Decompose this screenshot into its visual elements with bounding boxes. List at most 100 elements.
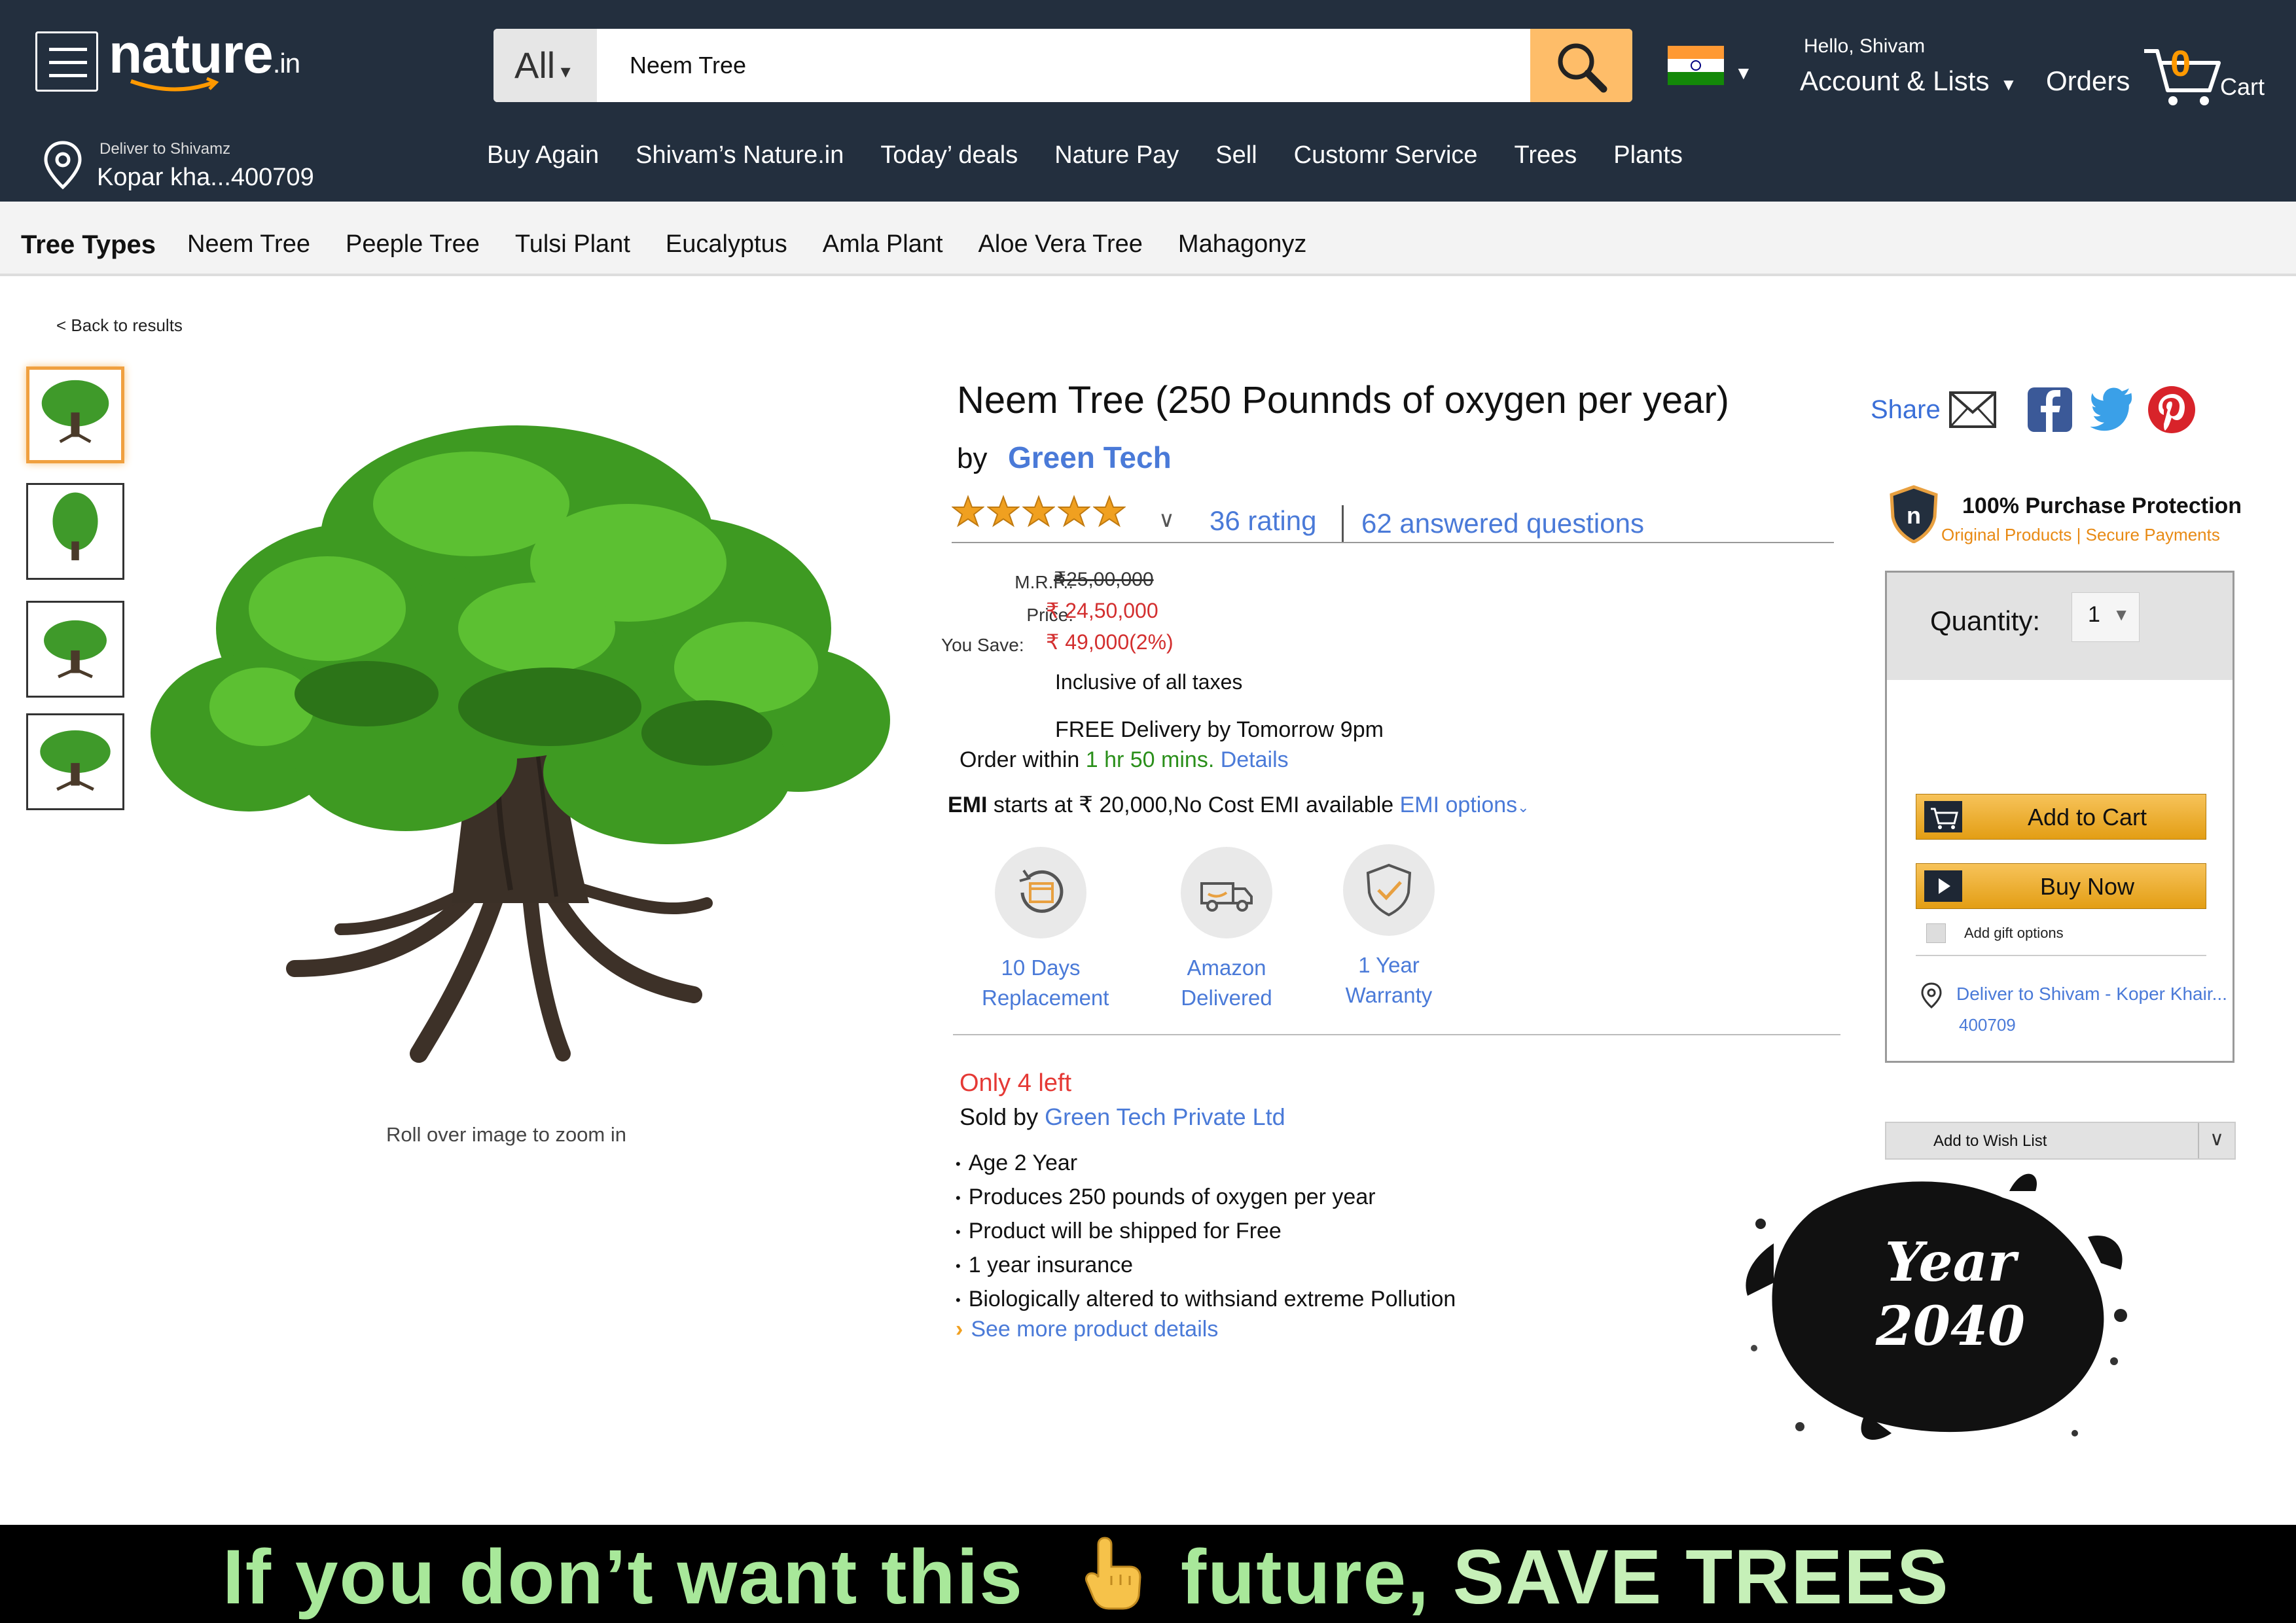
account-lists-link[interactable]: Account & Lists — [1800, 65, 1989, 97]
email-icon[interactable] — [1948, 385, 1998, 435]
subnav-plants[interactable]: Plants — [1613, 141, 1683, 169]
brand-link[interactable]: Green Tech — [1008, 440, 1172, 475]
banner-part2: future, — [1180, 1534, 1430, 1620]
chevron-right-icon: › — [956, 1317, 963, 1342]
purchase-protection-title: 100% Purchase Protection — [1962, 493, 2242, 518]
location-pin-icon[interactable] — [42, 140, 84, 190]
search-icon — [1558, 43, 1607, 93]
category-amla-plant[interactable]: Amla Plant — [823, 230, 943, 259]
facebook-icon[interactable] — [2025, 385, 2075, 435]
category-mahagonyz[interactable]: Mahagonyz — [1178, 230, 1306, 259]
buy-box: Quantity: 1 ▼ Add to Cart Buy Now Add gi… — [1885, 571, 2234, 1063]
feature-line2: Replacement — [982, 986, 1109, 1010]
subnav-nature-pay[interactable]: Nature Pay — [1054, 141, 1179, 169]
search-category-dropdown[interactable]: All ▾ — [493, 29, 597, 102]
deliver-to-link[interactable]: Deliver to Shivam - Koper Khair... — [1956, 984, 2227, 1005]
top-header: nature.in All ▾ ▼ Hello, Shivam Account … — [0, 0, 2296, 202]
rating-divider — [1342, 505, 1344, 543]
product-bullets: Age 2 Year Produces 250 pounds of oxygen… — [956, 1147, 1456, 1317]
subnav-trees[interactable]: Trees — [1515, 141, 1577, 169]
deliver-zip[interactable]: 400709 — [1959, 1015, 2016, 1035]
category-peeple-tree[interactable]: Peeple Tree — [346, 230, 480, 259]
search-button[interactable] — [1530, 29, 1632, 102]
subnav-customer-service[interactable]: Customr Service — [1294, 141, 1478, 169]
list-item: Age 2 Year — [956, 1147, 1456, 1181]
subnav-buy-again[interactable]: Buy Again — [487, 141, 599, 169]
pinterest-icon[interactable] — [2147, 385, 2197, 435]
year-2040-text: Year 2040 — [1859, 1230, 2042, 1359]
account-caret-icon[interactable]: ▼ — [2000, 75, 2017, 95]
search-input[interactable] — [610, 29, 1487, 102]
emi-options-link[interactable]: EMI options — [1400, 793, 1518, 817]
chevron-down-icon[interactable]: ∨ — [2198, 1123, 2234, 1158]
rating-underline — [952, 542, 1834, 543]
wishlist-label: Add to Wish List — [1933, 1132, 2047, 1150]
feature-line2: Warranty — [1345, 983, 1433, 1007]
quantity-select[interactable]: 1 ▼ — [2072, 592, 2140, 642]
details-link[interactable]: Details — [1221, 747, 1289, 772]
thumbnail-2[interactable] — [26, 483, 124, 580]
site-logo[interactable]: nature.in — [109, 22, 300, 86]
free-delivery: FREE Delivery by Tomorrow 9pm — [1055, 717, 1384, 742]
purchase-protection-subtitle: Original Products | Secure Payments — [1941, 525, 2220, 544]
cart-count: 0 — [2170, 43, 2191, 84]
greeting: Hello, Shivam — [1804, 35, 1926, 57]
logo-smile-icon — [130, 77, 219, 92]
play-icon — [1924, 870, 1962, 902]
back-to-results-link[interactable]: < Back to results — [56, 315, 183, 336]
india-flag-icon[interactable] — [1668, 46, 1724, 85]
subnav-todays-deals[interactable]: Today’ deals — [880, 141, 1018, 169]
thumbnail-4[interactable] — [26, 713, 124, 810]
stock-warning: Only 4 left — [960, 1069, 1072, 1097]
buy-now-button[interactable]: Buy Now — [1916, 863, 2206, 909]
feature-line1: Amazon — [1187, 955, 1266, 980]
emi-chevron-down-icon[interactable]: ⌄ — [1517, 799, 1529, 815]
category-tulsi-plant[interactable]: Tulsi Plant — [515, 230, 630, 259]
subnav-sell[interactable]: Sell — [1215, 141, 1257, 169]
thumbnail-1[interactable] — [26, 366, 124, 463]
list-item: Product will be shipped for Free — [956, 1215, 1456, 1249]
tree-thumbnail-icon — [52, 492, 98, 561]
orders-link[interactable]: Orders — [2046, 65, 2130, 97]
add-to-cart-label: Add to Cart — [2027, 804, 2147, 830]
star-rating[interactable] — [952, 495, 1128, 529]
category-title[interactable]: Tree Types — [21, 230, 156, 260]
category-neem-tree[interactable]: Neem Tree — [187, 230, 310, 259]
rating-chevron-down-icon[interactable]: ∨ — [1158, 507, 1175, 533]
sold-by: Sold by Green Tech Private Ltd — [960, 1103, 1285, 1131]
location-pin-icon — [1921, 982, 1942, 1008]
feature-delivery[interactable]: Amazon Delivered — [1168, 847, 1285, 1013]
svg-text:n: n — [1907, 502, 1921, 529]
subnav-my-store[interactable]: Shivam’s Nature.in — [636, 141, 844, 169]
cart-label[interactable]: Cart — [2220, 73, 2265, 101]
deliver-address[interactable]: Kopar kha...400709 — [97, 164, 314, 192]
add-to-cart-button[interactable]: Add to Cart — [1916, 794, 2206, 840]
seller-link[interactable]: Green Tech Private Ltd — [1045, 1103, 1285, 1130]
category-aloe-vera-tree[interactable]: Aloe Vera Tree — [978, 230, 1143, 259]
answered-questions-link[interactable]: 62 answered questions — [1361, 508, 1644, 539]
category-links: Neem Tree Peeple Tree Tulsi Plant Eucaly… — [187, 230, 1342, 259]
feature-replacement[interactable]: 10 Days Replacement — [982, 847, 1109, 1013]
see-more-link[interactable]: › See more product details — [956, 1317, 1218, 1342]
feature-replacement-label: 10 Days Replacement — [982, 953, 1109, 1013]
you-save-label: You Save: — [941, 635, 1024, 655]
deliver-to-label: Deliver to Shivamz — [99, 140, 231, 158]
menu-icon[interactable] — [35, 31, 98, 92]
feature-warranty[interactable]: 1 Year Warranty — [1330, 844, 1448, 1010]
year-line2: 2040 — [1875, 1295, 2026, 1358]
feature-circle — [1181, 847, 1272, 938]
category-eucalyptus[interactable]: Eucalyptus — [666, 230, 787, 259]
quantity-band: Quantity: 1 ▼ — [1887, 573, 2233, 680]
product-image[interactable] — [131, 393, 903, 1086]
protection-sub-b: Secure Payments — [2085, 525, 2220, 544]
twitter-icon[interactable] — [2087, 385, 2136, 435]
flag-caret-icon[interactable]: ▼ — [1734, 63, 1753, 84]
order-within-time: 1 hr 50 mins. — [1085, 747, 1215, 772]
thumbnail-3[interactable] — [26, 601, 124, 698]
gift-options-label[interactable]: Add gift options — [1964, 925, 2064, 942]
order-within-prefix: Order within — [960, 747, 1080, 772]
rating-count-link[interactable]: 36 rating — [1210, 505, 1316, 537]
gift-options-checkbox[interactable] — [1926, 923, 1946, 943]
price-value: ₹ 24,50,000 — [1046, 599, 1158, 622]
list-item: Produces 250 pounds of oxygen per year — [956, 1181, 1456, 1215]
